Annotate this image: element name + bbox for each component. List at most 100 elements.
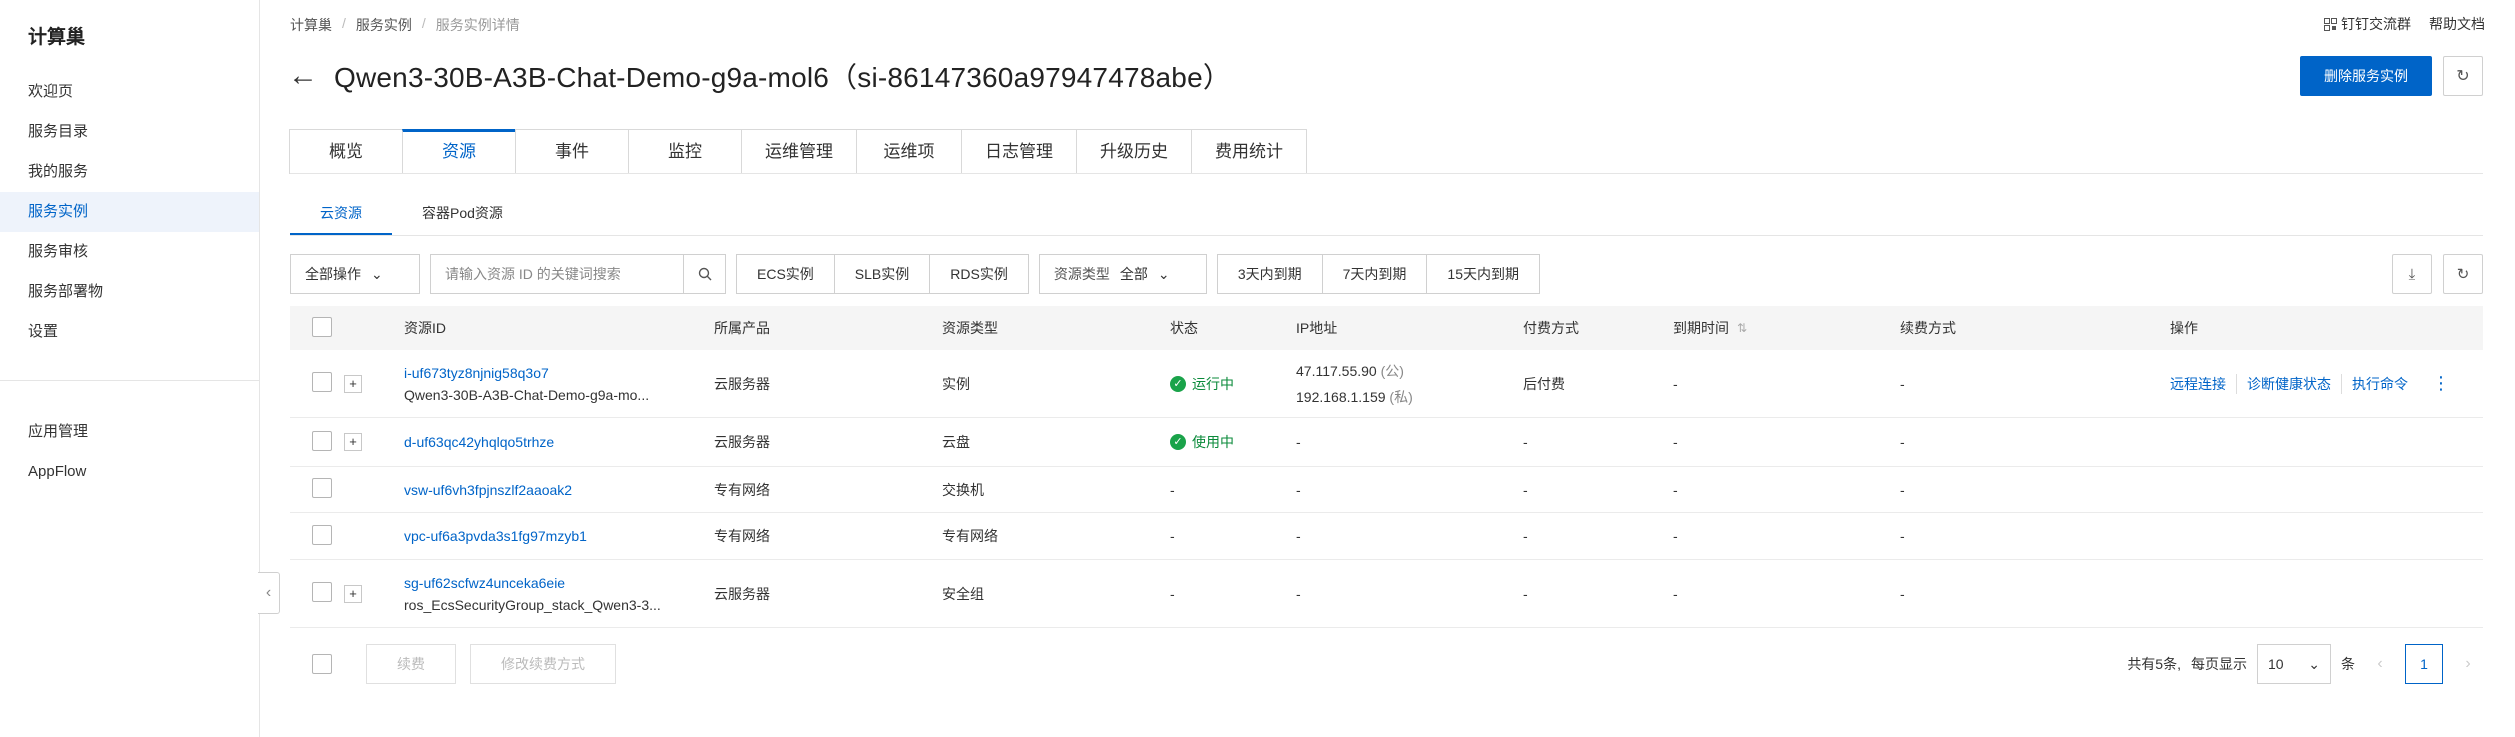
row-checkbox[interactable]: [312, 372, 332, 392]
refresh-button[interactable]: ↻: [2443, 56, 2483, 96]
table-row: + sg-uf62scfwz4unceka6eie ros_EcsSecurit…: [290, 560, 2483, 628]
check-circle-icon: ✓: [1170, 375, 1186, 392]
ip-cell: -: [1296, 434, 1301, 450]
table-row: vsw-uf6vh3fpjnszlf2aaoak2 专有网络 交换机 - - -…: [290, 467, 2483, 513]
status-text: 使用中: [1192, 434, 1234, 450]
expand-row-button[interactable]: +: [344, 374, 362, 393]
subtab-pod-resources[interactable]: 容器Pod资源: [392, 198, 533, 236]
help-docs-link[interactable]: 帮助文档: [2429, 14, 2485, 34]
search-button[interactable]: [683, 255, 725, 293]
ip-cell: -: [1296, 585, 1301, 602]
tab-cost-statistics[interactable]: 费用统计: [1191, 129, 1307, 174]
product-cell: 云服务器: [714, 375, 770, 392]
filter-slb-button[interactable]: SLB实例: [833, 254, 931, 294]
tab-ops-management[interactable]: 运维管理: [741, 129, 857, 174]
row-checkbox[interactable]: [312, 430, 332, 451]
more-actions-icon[interactable]: ⋮: [2432, 373, 2450, 394]
search-input[interactable]: [431, 255, 683, 293]
tab-ops-items[interactable]: 运维项: [856, 129, 962, 174]
table-row: vpc-uf6a3pvda3s1fg97mzyb1 专有网络 专有网络 - - …: [290, 513, 2483, 560]
sort-icon[interactable]: ⇅: [1737, 321, 1747, 335]
filter-ecs-button[interactable]: ECS实例: [736, 254, 835, 294]
private-ip: 192.168.1.159: [1296, 388, 1386, 405]
sidebar-item-service-catalog[interactable]: 服务目录: [0, 112, 259, 152]
run-command-link[interactable]: 执行命令: [2341, 373, 2418, 394]
table-row: + i-uf673tyz8njnig58q3o7 Qwen3-30B-A3B-C…: [290, 350, 2483, 418]
filter-rds-button[interactable]: RDS实例: [929, 254, 1029, 294]
sidebar-item-service-review[interactable]: 服务审核: [0, 232, 259, 272]
all-operations-select[interactable]: 全部操作 ⌄: [290, 254, 420, 294]
resource-id-link[interactable]: vsw-uf6vh3fpjnszlf2aaoak2: [404, 482, 572, 498]
sidebar-item-settings[interactable]: 设置: [0, 312, 259, 352]
chevron-left-icon: ‹: [265, 584, 272, 601]
status-cell: -: [1170, 528, 1175, 544]
col-header-expire[interactable]: 到期时间 ⇅: [1673, 318, 1900, 338]
resource-id-link[interactable]: d-uf63qc42yhqlqo5trhze: [404, 434, 554, 450]
tab-log-management[interactable]: 日志管理: [961, 129, 1077, 174]
download-button[interactable]: ⤓: [2392, 254, 2432, 294]
resource-type-select[interactable]: 资源类型 全部 ⌄: [1038, 254, 1207, 294]
resource-id-link[interactable]: sg-uf62scfwz4unceka6eie: [404, 575, 714, 591]
tab-monitoring[interactable]: 监控: [628, 129, 742, 174]
sidebar-nav-secondary: 应用管理 AppFlow: [0, 412, 259, 492]
row-checkbox[interactable]: [312, 524, 332, 545]
sidebar-item-my-services[interactable]: 我的服务: [0, 152, 259, 192]
renew-button[interactable]: 续费: [366, 644, 456, 684]
pay-cell: -: [1523, 434, 1528, 450]
tab-events[interactable]: 事件: [515, 129, 629, 174]
diagnose-health-link[interactable]: 诊断健康状态: [2236, 373, 2341, 394]
product-filter-group: ECS实例 SLB实例 RDS实例: [736, 254, 1029, 294]
pay-cell: -: [1523, 528, 1528, 544]
renew-cell: -: [1900, 434, 1905, 450]
delete-service-instance-button[interactable]: 删除服务实例: [2300, 56, 2432, 96]
dingtalk-link[interactable]: 钉钉交流群: [2324, 14, 2411, 34]
breadcrumb-item-service-instances[interactable]: 服务实例: [356, 15, 412, 35]
page-number-current[interactable]: 1: [2405, 644, 2443, 684]
sidebar-item-service-instances[interactable]: 服务实例: [0, 192, 259, 232]
row-checkbox[interactable]: [312, 582, 332, 602]
table-refresh-button[interactable]: ↻: [2443, 254, 2483, 294]
next-page-icon[interactable]: ›: [2453, 655, 2483, 673]
breadcrumb-item-compute-nest[interactable]: 计算巢: [290, 15, 332, 35]
product-cell: 云服务器: [714, 434, 770, 450]
filter-expire-15d-button[interactable]: 15天内到期: [1426, 254, 1540, 294]
page-size-select[interactable]: 10 ⌄: [2257, 644, 2331, 684]
modify-renew-button[interactable]: 修改续费方式: [470, 644, 616, 684]
sidebar-item-appflow[interactable]: AppFlow: [0, 452, 259, 492]
check-circle-icon: ✓: [1170, 434, 1186, 450]
sidebar-item-welcome[interactable]: 欢迎页: [0, 72, 259, 112]
table-row: + d-uf63qc42yhqlqo5trhze 云服务器 云盘 ✓ 使用中 - …: [290, 418, 2483, 467]
sidebar-item-app-management[interactable]: 应用管理: [0, 412, 259, 452]
resource-name: ros_EcsSecurityGroup_stack_Qwen3-3...: [404, 596, 661, 613]
private-ip-tag: (私): [1389, 388, 1413, 405]
expand-row-button[interactable]: +: [344, 433, 362, 451]
breadcrumb-item-current: 服务实例详情: [435, 17, 520, 33]
sidebar-item-deploy-artifacts[interactable]: 服务部署物: [0, 272, 259, 312]
sidebar-collapse-button[interactable]: ‹: [258, 572, 280, 614]
breadcrumb: 计算巢 / 服务实例 / 服务实例详情: [290, 15, 520, 35]
tab-upgrade-history[interactable]: 升级历史: [1076, 129, 1192, 174]
filter-expire-3d-button[interactable]: 3天内到期: [1216, 254, 1323, 294]
pay-cell: 后付费: [1523, 375, 1565, 392]
type-cell: 实例: [942, 375, 970, 392]
per-page-label: 每页显示: [2191, 656, 2247, 672]
sidebar: 计算巢 欢迎页 服务目录 我的服务 服务实例 服务审核 服务部署物 设置 应用管…: [0, 0, 260, 737]
page-title: Qwen3-30B-A3B-Chat-Demo-g9a-mol6（si-8614…: [334, 62, 1232, 93]
sidebar-divider: [0, 380, 259, 381]
expand-row-button[interactable]: +: [344, 584, 362, 603]
resource-id-link[interactable]: i-uf673tyz8njnig58q3o7: [404, 365, 714, 381]
select-all-footer-checkbox[interactable]: [312, 654, 332, 674]
type-cell: 交换机: [942, 481, 984, 498]
remote-connect-link[interactable]: 远程连接: [2170, 374, 2236, 394]
tab-resources[interactable]: 资源: [402, 129, 516, 174]
back-arrow-icon[interactable]: ←: [288, 61, 318, 91]
filter-expire-7d-button[interactable]: 7天内到期: [1321, 254, 1428, 294]
expire-cell: -: [1673, 528, 1678, 544]
prev-page-icon[interactable]: ‹: [2365, 655, 2395, 673]
tab-overview[interactable]: 概览: [289, 129, 403, 174]
col-header-expire-label: 到期时间: [1673, 320, 1729, 336]
resource-id-link[interactable]: vpc-uf6a3pvda3s1fg97mzyb1: [404, 528, 587, 544]
row-checkbox[interactable]: [312, 478, 332, 498]
select-all-checkbox[interactable]: [312, 316, 332, 337]
subtab-cloud-resources[interactable]: 云资源: [290, 198, 392, 236]
